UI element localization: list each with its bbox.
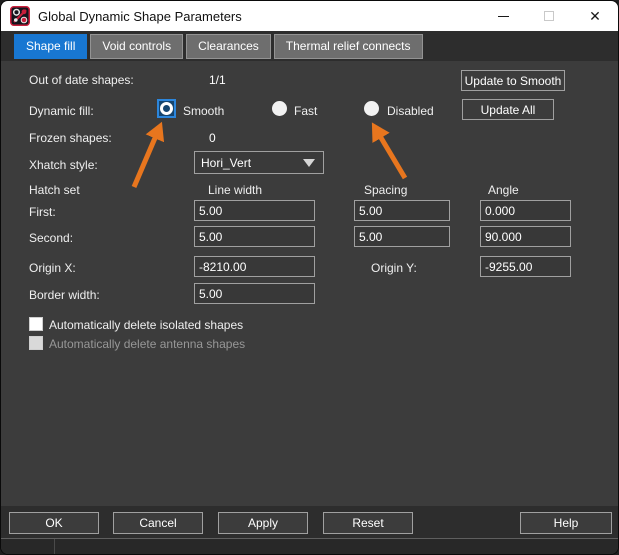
checkbox-delete-antenna-shapes-label: Automatically delete antenna shapes [49,337,245,352]
app-icon [10,6,30,26]
global-dynamic-shape-parameters-dialog: Global Dynamic Shape Parameters ✕ Shape … [0,0,619,555]
radio-smooth-dot [160,102,173,115]
out-of-date-shapes-label: Out of date shapes: [29,73,134,88]
close-button[interactable]: ✕ [572,1,618,31]
second-line-width-input[interactable] [194,226,315,247]
radio-smooth[interactable] [157,99,176,118]
out-of-date-shapes-value: 1/1 [209,73,226,88]
second-spacing-input[interactable] [354,226,450,247]
window-title: Global Dynamic Shape Parameters [38,9,242,24]
chevron-down-icon [303,159,315,167]
xhatch-style-label: Xhatch style: [29,158,98,173]
hatch-set-label: Hatch set [29,183,80,198]
radio-disabled-label[interactable]: Disabled [387,104,434,119]
maximize-button[interactable] [526,1,572,31]
column-angle: Angle [488,183,519,198]
xhatch-style-value: Hori_Vert [201,156,251,170]
border-width-input[interactable] [194,283,315,304]
update-all-button[interactable]: Update All [462,99,554,120]
column-spacing: Spacing [364,183,407,198]
column-line-width: Line width [208,183,262,198]
close-icon: ✕ [589,9,601,23]
origin-x-input[interactable] [194,256,315,277]
radio-fast[interactable] [272,101,287,116]
radio-smooth-label[interactable]: Smooth [183,104,224,119]
tab-clearances[interactable]: Clearances [186,34,271,59]
cancel-button[interactable]: Cancel [113,512,203,534]
help-button[interactable]: Help [520,512,612,534]
update-to-smooth-button[interactable]: Update to Smooth [461,70,565,91]
second-angle-input[interactable] [480,226,571,247]
origin-x-label: Origin X: [29,261,76,276]
first-label: First: [29,205,56,220]
radio-fast-label[interactable]: Fast [294,104,317,119]
background-statusbar-strip [1,538,618,555]
border-width-label: Border width: [29,288,100,303]
tab-thermal-relief-connects[interactable]: Thermal relief connects [274,34,423,59]
maximize-icon [544,11,554,21]
annotation-arrow-smooth [134,131,158,187]
origin-y-label: Origin Y: [371,261,417,276]
xhatch-style-dropdown[interactable]: Hori_Vert [194,151,324,174]
frozen-shapes-value: 0 [209,131,216,146]
window-controls: ✕ [480,1,618,31]
checkbox-delete-antenna-shapes[interactable] [29,336,43,350]
first-angle-input[interactable] [480,200,571,221]
frozen-shapes-label: Frozen shapes: [29,131,112,146]
first-line-width-input[interactable] [194,200,315,221]
apply-button[interactable]: Apply [218,512,308,534]
checkbox-delete-isolated-shapes-label[interactable]: Automatically delete isolated shapes [49,318,243,333]
title-bar: Global Dynamic Shape Parameters ✕ [1,1,618,31]
minimize-button[interactable] [480,1,526,31]
second-label: Second: [29,231,73,246]
radio-disabled[interactable] [364,101,379,116]
checkbox-delete-isolated-shapes[interactable] [29,317,43,331]
reset-button[interactable]: Reset [323,512,413,534]
tab-void-controls[interactable]: Void controls [90,34,183,59]
dynamic-fill-label: Dynamic fill: [29,104,94,119]
dialog-footer: OK Cancel Apply Reset Help [1,506,618,538]
tab-shape-fill[interactable]: Shape fill [14,34,87,59]
tab-strip: Shape fill Void controls Clearances Ther… [1,31,618,61]
first-spacing-input[interactable] [354,200,450,221]
shape-fill-panel: Out of date shapes: 1/1 Update to Smooth… [1,61,618,506]
minimize-icon [498,16,509,17]
statusbar-divider [54,539,55,555]
ok-button[interactable]: OK [9,512,99,534]
origin-y-input[interactable] [480,256,571,277]
annotation-arrow-disabled [377,131,405,178]
